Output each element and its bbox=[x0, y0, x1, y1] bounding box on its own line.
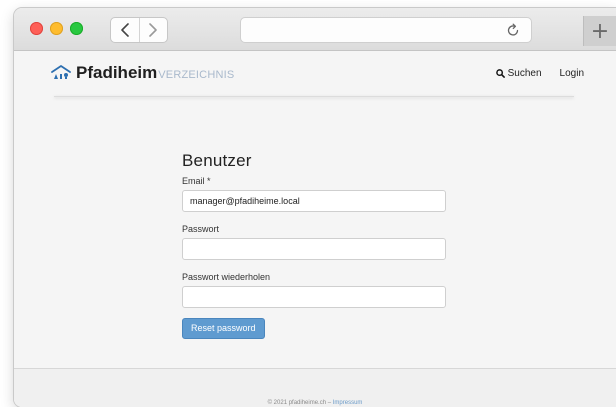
impressum-link[interactable]: Impressum bbox=[333, 400, 363, 406]
close-window-button[interactable] bbox=[30, 22, 43, 35]
maximize-window-button[interactable] bbox=[70, 22, 83, 35]
navbar-right: Suchen Login bbox=[495, 68, 584, 79]
password-repeat-field[interactable] bbox=[182, 286, 446, 308]
page-content: Pfadiheim VERZEICHNIS Suchen Login Benut… bbox=[14, 51, 616, 407]
brand-subtitle: VERZEICHNIS bbox=[158, 69, 235, 81]
minimize-window-button[interactable] bbox=[50, 22, 63, 35]
house-logo-icon bbox=[51, 65, 71, 79]
address-bar[interactable] bbox=[240, 17, 532, 43]
forward-arrow-icon bbox=[149, 23, 158, 37]
forward-button[interactable] bbox=[140, 18, 168, 42]
history-nav-buttons bbox=[110, 17, 168, 43]
reset-password-button[interactable]: Reset password bbox=[182, 318, 265, 339]
password-field[interactable] bbox=[182, 238, 446, 260]
back-button[interactable] bbox=[111, 18, 140, 42]
search-nav-label: Suchen bbox=[507, 68, 542, 79]
reset-password-form: Benutzer Email * Passwort Passwort wiede… bbox=[182, 151, 446, 339]
browser-titlebar: + bbox=[14, 8, 616, 51]
navbar-divider bbox=[54, 96, 574, 97]
footer-copyright: © 2021 pfadiheime.ch – bbox=[267, 400, 333, 406]
footer: © 2021 pfadiheime.ch – Impressum bbox=[14, 400, 616, 406]
reload-icon[interactable] bbox=[505, 22, 521, 38]
search-nav-link[interactable]: Suchen bbox=[495, 68, 542, 79]
password-repeat-label: Passwort wiederholen bbox=[182, 272, 271, 282]
login-nav-link[interactable]: Login bbox=[560, 68, 584, 79]
site-navbar: Pfadiheim VERZEICHNIS Suchen Login bbox=[14, 51, 616, 97]
browser-window: + Pfadiheim VERZEICHNIS Suchen Login Ben… bbox=[14, 8, 616, 407]
search-icon bbox=[495, 69, 505, 78]
brand-name: Pfadiheim bbox=[76, 63, 158, 82]
page-title: Benutzer bbox=[182, 151, 252, 170]
password-label: Passwort bbox=[182, 224, 220, 234]
brand-logo-link[interactable]: Pfadiheim VERZEICHNIS bbox=[51, 64, 234, 81]
email-field[interactable] bbox=[182, 190, 446, 212]
back-arrow-icon bbox=[120, 23, 129, 37]
email-label: Email * bbox=[182, 176, 211, 186]
new-tab-button[interactable]: + bbox=[583, 16, 616, 46]
